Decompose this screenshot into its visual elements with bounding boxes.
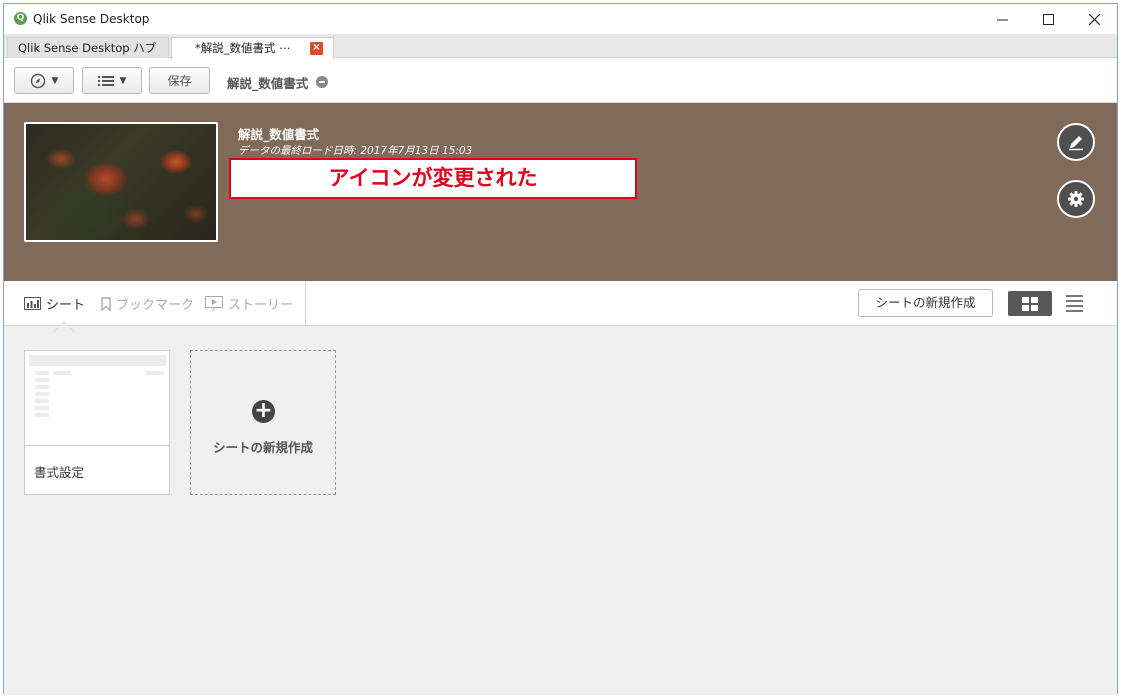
nav-divider (305, 281, 306, 325)
app-title: 解説_数値書式 (238, 127, 320, 142)
last-reload-text: データの最終ロード日時: 2017年7月13日 15:03 (238, 145, 473, 157)
gear-icon (1068, 191, 1084, 207)
sheet-title: 書式設定 (34, 465, 85, 480)
app-thumbnail-image[interactable] (24, 122, 218, 242)
bookmark-icon (101, 296, 111, 311)
maximize-icon (1042, 13, 1054, 25)
list-view-button[interactable] (1062, 291, 1086, 316)
sheets-area: 書式設定 + シートの新規作成 (4, 326, 1117, 695)
tab-app-label: *解説_数値書式 ⋯ (195, 41, 291, 55)
chevron-down-icon: ▼ (119, 75, 127, 86)
compass-icon (30, 73, 45, 88)
save-button[interactable]: 保存 (149, 67, 210, 94)
app-window: Q Qlik Sense Desktop Qlik Sense Desktop … (3, 3, 1118, 695)
toolbar: ▼ ▼ 保存 解説_数値書式 (4, 59, 1117, 103)
create-new-sheet-button[interactable]: シートの新規作成 (858, 289, 993, 317)
edit-app-button[interactable] (1057, 123, 1095, 161)
maximize-button[interactable] (1025, 4, 1071, 34)
tab-stories[interactable]: ストーリー (205, 294, 293, 313)
tab-hub[interactable]: Qlik Sense Desktop ハブ (7, 37, 169, 58)
app-status-icon (316, 76, 328, 88)
tab-strip: Qlik Sense Desktop ハブ *解説_数値書式 ⋯ × (4, 34, 1117, 59)
new-sheet-card[interactable]: + シートの新規作成 (190, 350, 336, 495)
sheet-chart-icon (24, 297, 41, 310)
global-menu-button[interactable]: ▼ (82, 67, 142, 94)
title-bar: Q Qlik Sense Desktop (4, 4, 1117, 34)
list-menu-icon (97, 75, 114, 86)
grid-view-icon (1022, 296, 1038, 311)
grid-view-button[interactable] (1008, 291, 1052, 316)
list-view-icon (1065, 295, 1083, 297)
tab-app[interactable]: *解説_数値書式 ⋯ × (171, 37, 334, 59)
annotation-callout: アイコンが変更された (229, 158, 637, 199)
minimize-icon (996, 19, 1008, 20)
tab-stories-label: ストーリー (228, 298, 294, 313)
tab-bookmarks[interactable]: ブックマーク (101, 294, 194, 313)
tab-sheets[interactable]: シート (24, 294, 85, 313)
content-navbar: シート ブックマーク ストーリー シートの新規作成 (4, 281, 1117, 326)
pencil-icon (1069, 136, 1083, 151)
close-window-button[interactable] (1071, 4, 1117, 34)
tab-bookmarks-label: ブックマーク (116, 298, 195, 313)
close-icon (1088, 13, 1100, 25)
tab-close-icon[interactable]: × (310, 42, 323, 55)
qlik-app-icon: Q (14, 12, 27, 25)
minimize-button[interactable] (979, 4, 1025, 34)
new-sheet-card-label: シートの新規作成 (212, 440, 313, 455)
story-presentation-icon (205, 296, 223, 311)
tab-sheets-label: シート (46, 298, 86, 313)
tab-hub-label: Qlik Sense Desktop ハブ (18, 41, 157, 55)
plus-icon: + (252, 400, 275, 423)
app-overview-banner: 解説_数値書式 データの最終ロード日時: 2017年7月13日 15:03 アイ… (4, 103, 1117, 281)
navigation-menu-button[interactable]: ▼ (14, 67, 74, 94)
sheet-thumbnail (25, 351, 169, 446)
app-settings-button[interactable] (1057, 180, 1095, 218)
chevron-down-icon: ▼ (51, 75, 59, 86)
active-tab-pointer (54, 322, 74, 332)
window-title: Qlik Sense Desktop (33, 12, 150, 26)
sheet-card[interactable]: 書式設定 (24, 350, 170, 495)
app-name: 解説_数値書式 (227, 76, 309, 91)
